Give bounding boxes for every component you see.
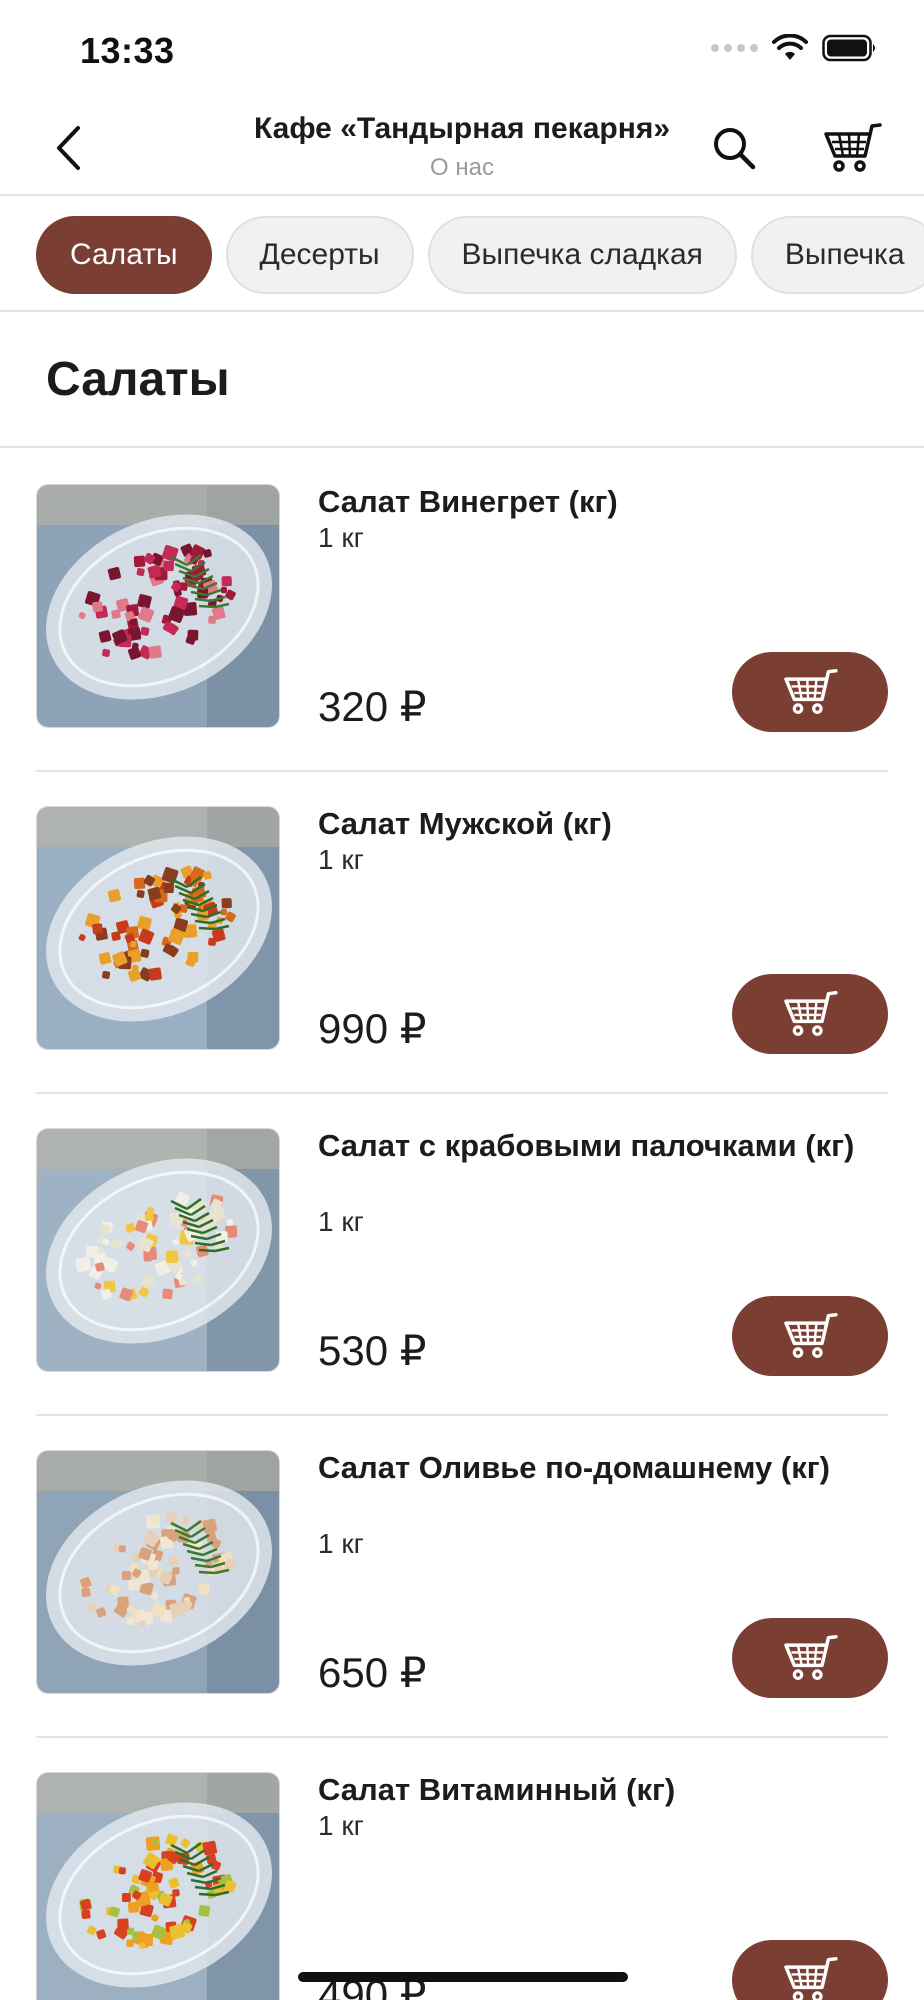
product-name: Салат Оливье по-домашнему (кг) [318,1450,830,1485]
product-name: Салат с крабовыми палочками (кг) [318,1128,855,1163]
cart-button[interactable] [820,118,884,178]
product-card[interactable]: Салат Мужской (кг) 1 кг 990 ₽ [36,772,888,1094]
battery-icon [822,34,875,62]
cellular-signal-icon [711,44,758,52]
product-image[interactable] [36,484,280,728]
product-name: Салат Мужской (кг) [318,806,612,841]
product-card[interactable]: Салат Оливье по-домашнему (кг) 1 кг 650 … [36,1416,888,1738]
product-weight: 1 кг [318,844,364,875]
status-time: 13:33 [80,30,175,71]
product-card[interactable]: Салат с крабовыми палочками (кг) 1 кг 53… [36,1094,888,1416]
section-title: Салаты [46,353,230,406]
product-price: 650 ₽ [318,1649,427,1696]
cart-icon [824,123,882,172]
cart-plus-icon [784,669,838,714]
product-list: Салат Винегрет (кг) 1 кг 320 ₽ Салат Муж… [0,450,924,2000]
product-image[interactable] [36,1450,280,1694]
add-to-cart-button[interactable] [732,1940,888,2000]
tab-category[interactable]: Выпечка [750,216,924,294]
product-card[interactable]: Салат Витаминный (кг) 1 кг 490 ₽ [36,1738,888,2000]
cart-plus-icon [784,991,838,1036]
product-image[interactable] [36,806,280,1050]
search-icon [714,128,756,170]
cart-plus-icon [784,1635,838,1680]
category-tabs: Салаты Десерты Выпечка сладкая Выпечка [0,198,924,312]
screen: 13:33 Кафе «Тандырная пекарня» О нас Сал… [0,0,924,2000]
cart-plus-icon [784,1313,838,1358]
product-price: 530 ₽ [318,1327,427,1374]
cart-plus-icon [784,1957,838,2000]
tab-category[interactable]: Выпечка сладкая [427,216,737,294]
product-name: Салат Винегрет (кг) [318,484,618,519]
about-link[interactable]: О нас [0,154,924,182]
add-to-cart-button[interactable] [732,652,888,732]
add-to-cart-button[interactable] [732,1296,888,1376]
navigation-header: Кафе «Тандырная пекарня» О нас [0,100,924,196]
product-name: Салат Витаминный (кг) [318,1772,676,1807]
status-bar: 13:33 [0,0,924,100]
add-to-cart-button[interactable] [732,974,888,1054]
product-image[interactable] [36,1772,280,2000]
wifi-icon [772,34,808,60]
status-icons [711,34,878,62]
section-header: Салаты [0,312,924,448]
product-image[interactable] [36,1128,280,1372]
home-indicator [298,1972,628,1982]
product-weight: 1 кг [318,522,364,553]
page-title: Кафе «Тандырная пекарня» [253,112,671,145]
tabs-row: Салаты Десерты Выпечка сладкая Выпечка [36,216,924,294]
add-to-cart-button[interactable] [732,1618,888,1698]
product-weight: 1 кг [318,1810,364,1841]
product-price: 320 ₽ [318,683,427,730]
search-button[interactable] [706,120,762,176]
tab-category[interactable]: Десерты [225,216,414,294]
product-weight: 1 кг [318,1528,364,1559]
tab-category[interactable]: Салаты [36,216,212,294]
product-card[interactable]: Салат Винегрет (кг) 1 кг 320 ₽ [36,450,888,772]
product-price: 990 ₽ [318,1005,427,1052]
product-weight: 1 кг [318,1206,364,1237]
